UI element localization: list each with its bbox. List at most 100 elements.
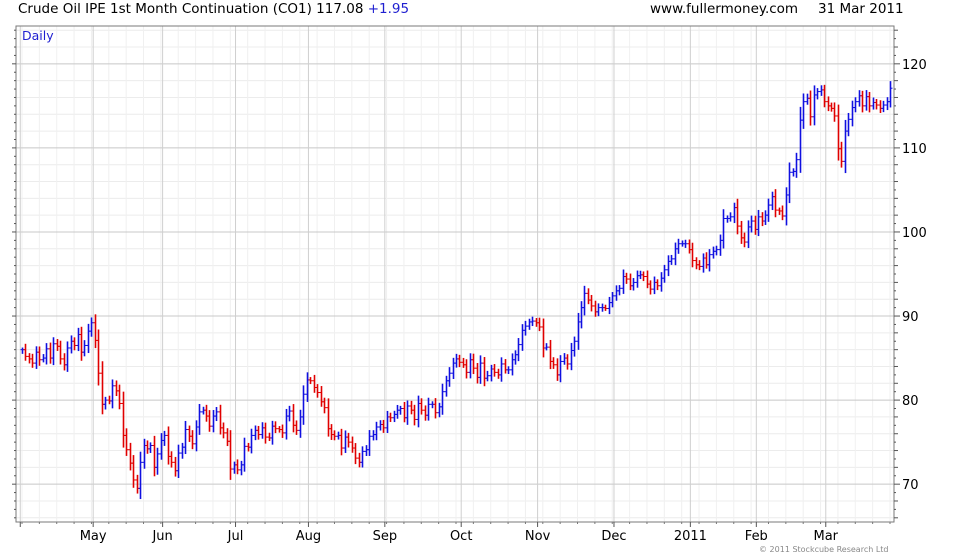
- ohlc-bar: [857, 90, 862, 107]
- ohlc-bar: [520, 324, 525, 351]
- ohlc-bar: [562, 353, 567, 365]
- ohlc-bar: [197, 403, 202, 435]
- ohlc-bar: [864, 90, 869, 111]
- ohlc-bar: [82, 340, 87, 357]
- ohlc-bar: [798, 106, 803, 173]
- ohlc-bar: [499, 357, 504, 382]
- ohlc-bar: [523, 320, 528, 336]
- ohlc-bar: [360, 446, 365, 468]
- x-tick-label: Feb: [745, 529, 768, 544]
- ohlc-bar: [357, 452, 362, 468]
- ohlc-bar: [319, 386, 324, 407]
- ohlc-bar: [579, 301, 584, 329]
- ohlc-bar: [746, 220, 751, 249]
- ohlc-bar: [183, 420, 188, 455]
- ohlc-bar: [214, 407, 219, 422]
- ohlc-bar: [176, 444, 181, 479]
- ohlc-bar: [412, 404, 417, 426]
- copyright-notice: © 2011 Stockcube Research Ltd: [759, 545, 889, 554]
- ohlc-bar: [440, 383, 445, 415]
- ohlc-bar: [631, 278, 636, 291]
- frequency-label: Daily: [22, 28, 54, 43]
- ohlc-bar: [468, 353, 473, 379]
- ohlc-bar: [770, 191, 775, 211]
- ohlc-bar: [145, 440, 150, 454]
- ohlc-bar: [742, 232, 747, 248]
- ohlc-bar: [874, 99, 879, 110]
- ohlc-bar: [152, 435, 157, 477]
- ohlc-bar: [270, 420, 275, 445]
- ohlc-bar: [242, 437, 247, 472]
- ohlc-bar: [763, 210, 768, 225]
- ohlc-bar: [62, 353, 67, 371]
- ohlc-bar: [510, 353, 515, 376]
- ohlc-bar: [228, 430, 233, 480]
- ohlc-bar: [878, 100, 883, 113]
- ohlc-bar: [565, 354, 570, 370]
- y-tick-label: 90: [902, 310, 919, 325]
- ohlc-bar: [301, 385, 306, 425]
- ohlc-bar: [451, 357, 456, 379]
- ohlc-bar: [645, 270, 650, 289]
- chart-title: Crude Oil IPE 1st Month Continuation (CO…: [18, 1, 409, 17]
- ohlc-bar: [444, 375, 449, 397]
- ohlc-bar: [378, 420, 383, 431]
- ohlc-bar: [676, 238, 681, 254]
- ohlc-bar: [537, 317, 542, 332]
- ohlc-bar: [287, 405, 292, 422]
- ohlc-bar: [218, 404, 223, 435]
- ohlc-bar: [23, 343, 28, 361]
- ohlc-bar: [593, 300, 598, 317]
- ohlc-bar: [235, 459, 240, 475]
- ohlc-bar: [374, 421, 379, 441]
- ohlc-bar: [812, 85, 817, 126]
- ohlc-bar: [478, 355, 483, 384]
- ohlc-bar: [614, 285, 619, 301]
- ohlc-bar: [329, 424, 334, 440]
- ohlc-bar: [405, 400, 410, 425]
- instrument-name: Crude Oil IPE 1st Month Continuation (CO…: [18, 1, 312, 17]
- ohlc-bar: [530, 316, 535, 327]
- ohlc-bar: [718, 234, 723, 256]
- x-tick-label: Nov: [525, 529, 551, 544]
- ohlc-bar: [760, 212, 765, 227]
- ohlc-bar: [117, 384, 122, 410]
- ohlc-bar: [96, 329, 101, 386]
- ohlc-bar: [805, 93, 810, 105]
- chart-date: 31 Mar 2011: [818, 1, 904, 17]
- ohlc-bar: [846, 112, 851, 137]
- ohlc-bar: [808, 90, 813, 126]
- ohlc-bar: [256, 425, 261, 440]
- ohlc-bar: [72, 337, 77, 351]
- ohlc-bar: [20, 347, 25, 354]
- ohlc-bar: [346, 432, 351, 448]
- ohlc-bar: [402, 401, 407, 423]
- ohlc-bar: [454, 353, 459, 368]
- ohlc-bar: [211, 410, 216, 433]
- ohlc-bar: [832, 102, 837, 122]
- ohlc-bar: [801, 93, 806, 129]
- ohlc-bar: [273, 421, 278, 434]
- y-tick-label: 110: [902, 142, 927, 157]
- source-link[interactable]: www.fullermoney.com: [650, 1, 798, 17]
- ohlc-bar: [826, 96, 831, 112]
- ohlc-bar: [860, 90, 865, 113]
- ohlc-bar: [548, 339, 553, 370]
- ohlc-bar: [794, 152, 799, 178]
- ohlc-bar: [871, 97, 876, 110]
- ohlc-bar: [791, 168, 796, 177]
- ohlc-bar: [280, 424, 285, 438]
- ohlc-bar: [867, 91, 872, 113]
- ohlc-bar: [27, 353, 32, 364]
- ohlc-bar: [260, 422, 265, 439]
- x-tick-label: Sep: [373, 529, 398, 544]
- ohlc-bar: [339, 428, 344, 456]
- ohlc-bar: [617, 285, 622, 296]
- ohlc-bar: [398, 405, 403, 415]
- ohlc-bar: [836, 104, 841, 161]
- ohlc-bar: [128, 442, 133, 471]
- ohlc-bar: [263, 422, 268, 444]
- ohlc-bar: [225, 428, 230, 447]
- x-tick-label: Mar: [814, 529, 839, 544]
- ohlc-bar: [221, 422, 226, 439]
